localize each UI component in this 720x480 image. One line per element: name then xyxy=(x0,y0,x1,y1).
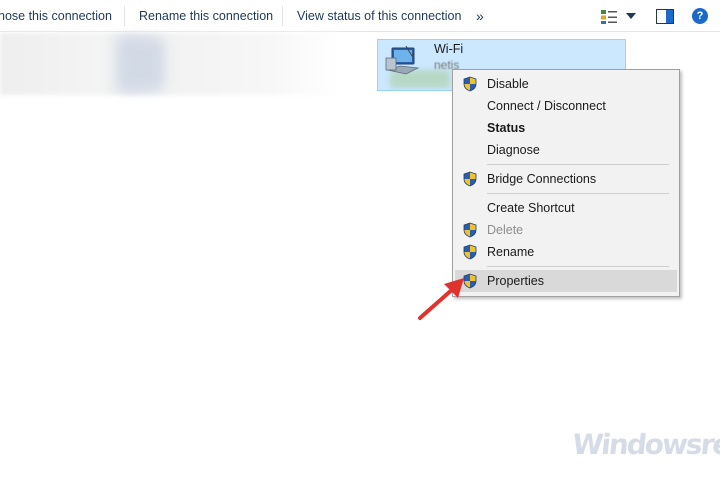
more-commands-chevron-icon[interactable]: » xyxy=(476,0,484,32)
menu-item-create-shortcut[interactable]: Create Shortcut xyxy=(455,197,677,219)
blurred-adapter-icon xyxy=(118,38,164,90)
annotation-arrow-icon xyxy=(418,278,464,320)
uac-shield-icon xyxy=(463,244,477,260)
menu-item-diagnose[interactable]: Diagnose xyxy=(455,139,677,161)
connection-name: Wi-Fi xyxy=(434,42,464,56)
watermark-logo: Windowsreport xyxy=(570,428,720,461)
menu-separator xyxy=(487,193,669,194)
menu-item-status[interactable]: Status xyxy=(455,117,677,139)
preview-pane-icon[interactable] xyxy=(656,9,674,24)
menu-separator xyxy=(487,266,669,267)
view-status-button[interactable]: View status of this connection xyxy=(297,0,461,32)
view-options-dropdown-icon[interactable] xyxy=(626,13,636,19)
uac-shield-icon xyxy=(463,76,477,92)
rename-connection-button[interactable]: Rename this connection xyxy=(139,0,273,32)
change-view-icon[interactable] xyxy=(600,9,618,25)
command-bar: nose this connection Rename this connect… xyxy=(0,0,720,32)
blurred-connection-item[interactable] xyxy=(0,33,340,95)
uac-shield-icon xyxy=(463,222,477,238)
menu-item-connect-disconnect[interactable]: Connect / Disconnect xyxy=(455,95,677,117)
toolbar-separator xyxy=(282,6,283,26)
menu-separator xyxy=(487,164,669,165)
network-adapter-icon xyxy=(385,45,420,75)
menu-item-bridge-connections[interactable]: Bridge Connections xyxy=(455,168,677,190)
diagnose-connection-button[interactable]: nose this connection xyxy=(0,0,112,32)
toolbar-separator xyxy=(124,6,125,26)
menu-item-rename[interactable]: Rename xyxy=(455,241,677,263)
menu-item-disable[interactable]: Disable xyxy=(455,73,677,95)
context-menu: Disable Connect / Disconnect Status Diag… xyxy=(452,69,680,297)
menu-item-delete: Delete xyxy=(455,219,677,241)
menu-item-properties[interactable]: Properties xyxy=(455,270,677,292)
help-icon[interactable]: ? xyxy=(692,8,708,24)
uac-shield-icon xyxy=(463,171,477,187)
